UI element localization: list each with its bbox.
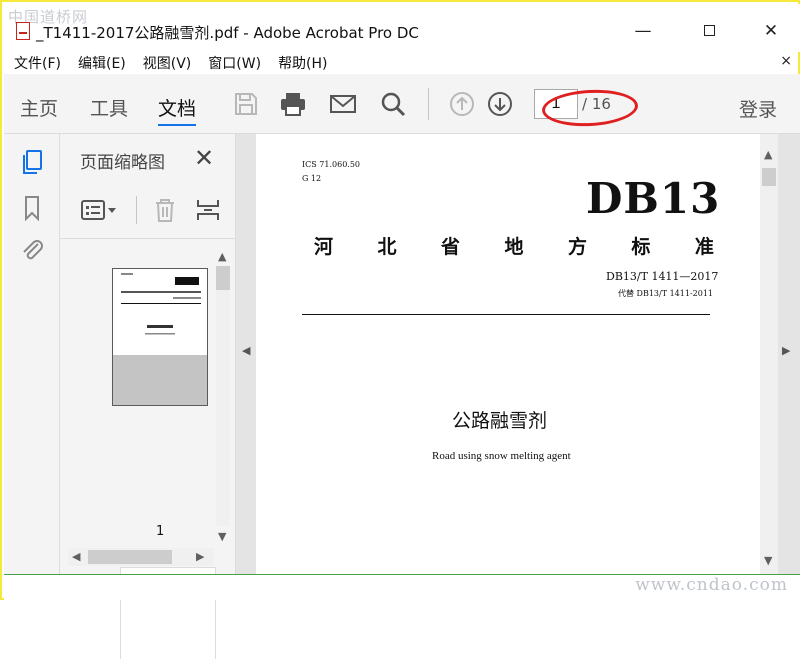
previous-page-icon[interactable]	[448, 90, 476, 118]
pdf-file-icon	[16, 22, 30, 40]
tab-document[interactable]: 文档	[158, 94, 197, 126]
doc-scroll-up-arrow-icon[interactable]: ▲	[764, 148, 772, 161]
document-view: ◀ ICS 71.060.50 G 12 DB13 河 北 省 地 方 标 准 …	[236, 134, 800, 574]
page-thumbnails-icon[interactable]	[18, 148, 46, 176]
menu-help[interactable]: 帮助(H)	[278, 53, 327, 73]
ics-code: ICS 71.060.50	[302, 160, 361, 169]
search-icon[interactable]	[379, 90, 407, 118]
g-code: G 12	[302, 174, 322, 183]
maximize-button[interactable]	[694, 20, 724, 42]
menu-edit[interactable]: 编辑(E)	[78, 53, 126, 73]
title-bar: 中国道桥网 _T1411-2017公路融雪剂.pdf - Adobe Acrob…	[4, 4, 800, 52]
menu-view[interactable]: 视图(V)	[143, 53, 192, 73]
insert-page-icon[interactable]	[194, 196, 222, 224]
province-char: 准	[694, 236, 714, 258]
delete-icon[interactable]	[152, 196, 178, 224]
bottom-bar: www.cndao.com	[4, 574, 800, 600]
panel-title: 页面缩略图	[80, 153, 165, 173]
header-rule	[302, 314, 710, 315]
close-panel-button[interactable]: ✕	[194, 144, 214, 172]
expand-right-pane-icon[interactable]: ▶	[782, 344, 790, 357]
document-title: 公路融雪剂	[452, 410, 548, 432]
thumbnail-preview	[121, 273, 201, 335]
email-icon[interactable]	[329, 90, 357, 118]
scroll-up-arrow-icon[interactable]: ▲	[218, 250, 226, 263]
hscroll-thumb[interactable]	[88, 550, 172, 564]
menu-file[interactable]: 文件(F)	[14, 53, 61, 73]
doc-scroll-down-arrow-icon[interactable]: ▼	[764, 554, 772, 567]
attachment-icon[interactable]	[18, 236, 46, 264]
panel-divider	[60, 238, 236, 239]
document-scrollbar[interactable]: ▲ ▼	[760, 134, 778, 574]
scroll-thumb[interactable]	[216, 266, 230, 290]
close-window-button[interactable]: ✕	[756, 20, 786, 42]
menu-bar: 文件(F) 编辑(E) 视图(V) 窗口(W) 帮助(H) ×	[4, 52, 800, 74]
thumbnail-scrollbar[interactable]: ▲ ▼	[214, 246, 232, 546]
standard-code: DB13	[586, 174, 721, 223]
collapse-left-pane-icon[interactable]: ◀	[242, 344, 250, 357]
minimize-button[interactable]: —	[628, 20, 658, 42]
navigation-rail	[4, 134, 60, 574]
menu-window[interactable]: 窗口(W)	[208, 53, 261, 73]
login-button[interactable]: 登录	[739, 95, 777, 122]
province-standard: 河 北 省 地 方 标 准	[314, 232, 714, 259]
thumbnail-list: 1	[68, 246, 216, 659]
scroll-down-arrow-icon[interactable]: ▼	[218, 530, 226, 543]
thumbnails-panel: 页面缩略图 ✕ 1 ▲ ▼ ◀ ▶	[60, 134, 236, 659]
document-subtitle: Road using snow melting agent	[432, 450, 571, 462]
watermark-bottom: www.cndao.com	[635, 575, 788, 595]
supersedes-note: 代替 DB13/T 1411-2011	[618, 289, 714, 298]
thumbnail-page-label: 1	[156, 524, 165, 539]
doc-scroll-thumb[interactable]	[762, 168, 776, 186]
panel-tools	[60, 190, 236, 230]
app-window: 中国道桥网 _T1411-2017公路融雪剂.pdf - Adobe Acrob…	[0, 0, 800, 659]
province-char: 河	[314, 236, 334, 258]
standard-number: DB13/T 1411—2017	[606, 270, 719, 283]
pdf-page: ICS 71.060.50 G 12 DB13 河 北 省 地 方 标 准 DB…	[256, 134, 760, 574]
tab-tools[interactable]: 工具	[90, 94, 128, 121]
next-page-icon[interactable]	[486, 90, 514, 118]
thumbnail-page-1[interactable]	[112, 268, 208, 406]
options-menu-icon[interactable]	[80, 198, 120, 224]
province-char: 标	[631, 236, 651, 258]
close-document-button[interactable]: ×	[780, 53, 792, 69]
toolbar-separator	[428, 88, 429, 120]
scroll-right-arrow-icon[interactable]: ▶	[196, 550, 204, 563]
tools-separator	[136, 196, 137, 224]
maximize-icon	[703, 25, 715, 36]
print-icon[interactable]	[279, 90, 307, 118]
bookmark-icon[interactable]	[18, 194, 46, 222]
toolbar: 主页 工具 文档 1 / 16 登录	[4, 74, 800, 134]
scroll-track	[216, 266, 230, 526]
save-icon[interactable]	[232, 90, 260, 118]
tab-home[interactable]: 主页	[20, 94, 58, 121]
thumbnail-gray-band	[113, 355, 207, 405]
thumbnail-hscrollbar[interactable]: ◀ ▶	[68, 548, 214, 566]
province-char: 北	[377, 236, 397, 258]
province-char: 方	[567, 236, 587, 258]
province-char: 省	[440, 236, 460, 258]
window-title: _T1411-2017公路融雪剂.pdf - Adobe Acrobat Pro…	[36, 24, 419, 42]
province-char: 地	[504, 236, 524, 258]
scroll-left-arrow-icon[interactable]: ◀	[72, 550, 80, 563]
